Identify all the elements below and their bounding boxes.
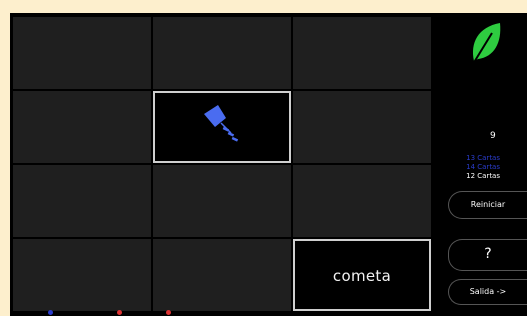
help-button[interactable]: ? bbox=[448, 239, 527, 271]
card-1[interactable] bbox=[13, 17, 151, 89]
card-11[interactable] bbox=[153, 239, 291, 311]
card-word: cometa bbox=[332, 267, 392, 285]
player-1-color-icon bbox=[48, 310, 53, 315]
card-7[interactable] bbox=[13, 165, 151, 237]
player-3-score: 12 Cartas bbox=[466, 172, 500, 180]
card-grid: cometa bbox=[13, 17, 442, 316]
side-panel: 9 13 Cartas 14 Cartas 12 Cartas Reinicia… bbox=[442, 13, 527, 316]
player-2-color-icon bbox=[116, 310, 122, 315]
player-2-score: 14 Cartas bbox=[466, 163, 500, 171]
bottom-status-bar bbox=[0, 309, 527, 316]
card-9[interactable] bbox=[293, 165, 431, 237]
card-revealed-image[interactable] bbox=[153, 91, 291, 163]
card-4[interactable] bbox=[13, 91, 151, 163]
card-revealed-word[interactable]: cometa bbox=[293, 239, 431, 311]
player-3-color-icon bbox=[165, 310, 171, 315]
card-8[interactable] bbox=[153, 165, 291, 237]
game-board: cometa 9 13 Cartas 14 Cartas 12 Cartas R… bbox=[10, 13, 527, 316]
exit-button[interactable]: Salida -> bbox=[448, 279, 527, 305]
turn-counter: 9 bbox=[490, 131, 496, 141]
card-2[interactable] bbox=[153, 17, 291, 89]
kite-icon bbox=[204, 105, 239, 142]
card-10[interactable] bbox=[13, 239, 151, 311]
player-1-score: 13 Cartas bbox=[466, 154, 500, 162]
restart-button[interactable]: Reiniciar bbox=[448, 191, 527, 219]
leaf-icon bbox=[472, 23, 501, 65]
card-6[interactable] bbox=[293, 91, 431, 163]
card-3[interactable] bbox=[293, 17, 431, 89]
